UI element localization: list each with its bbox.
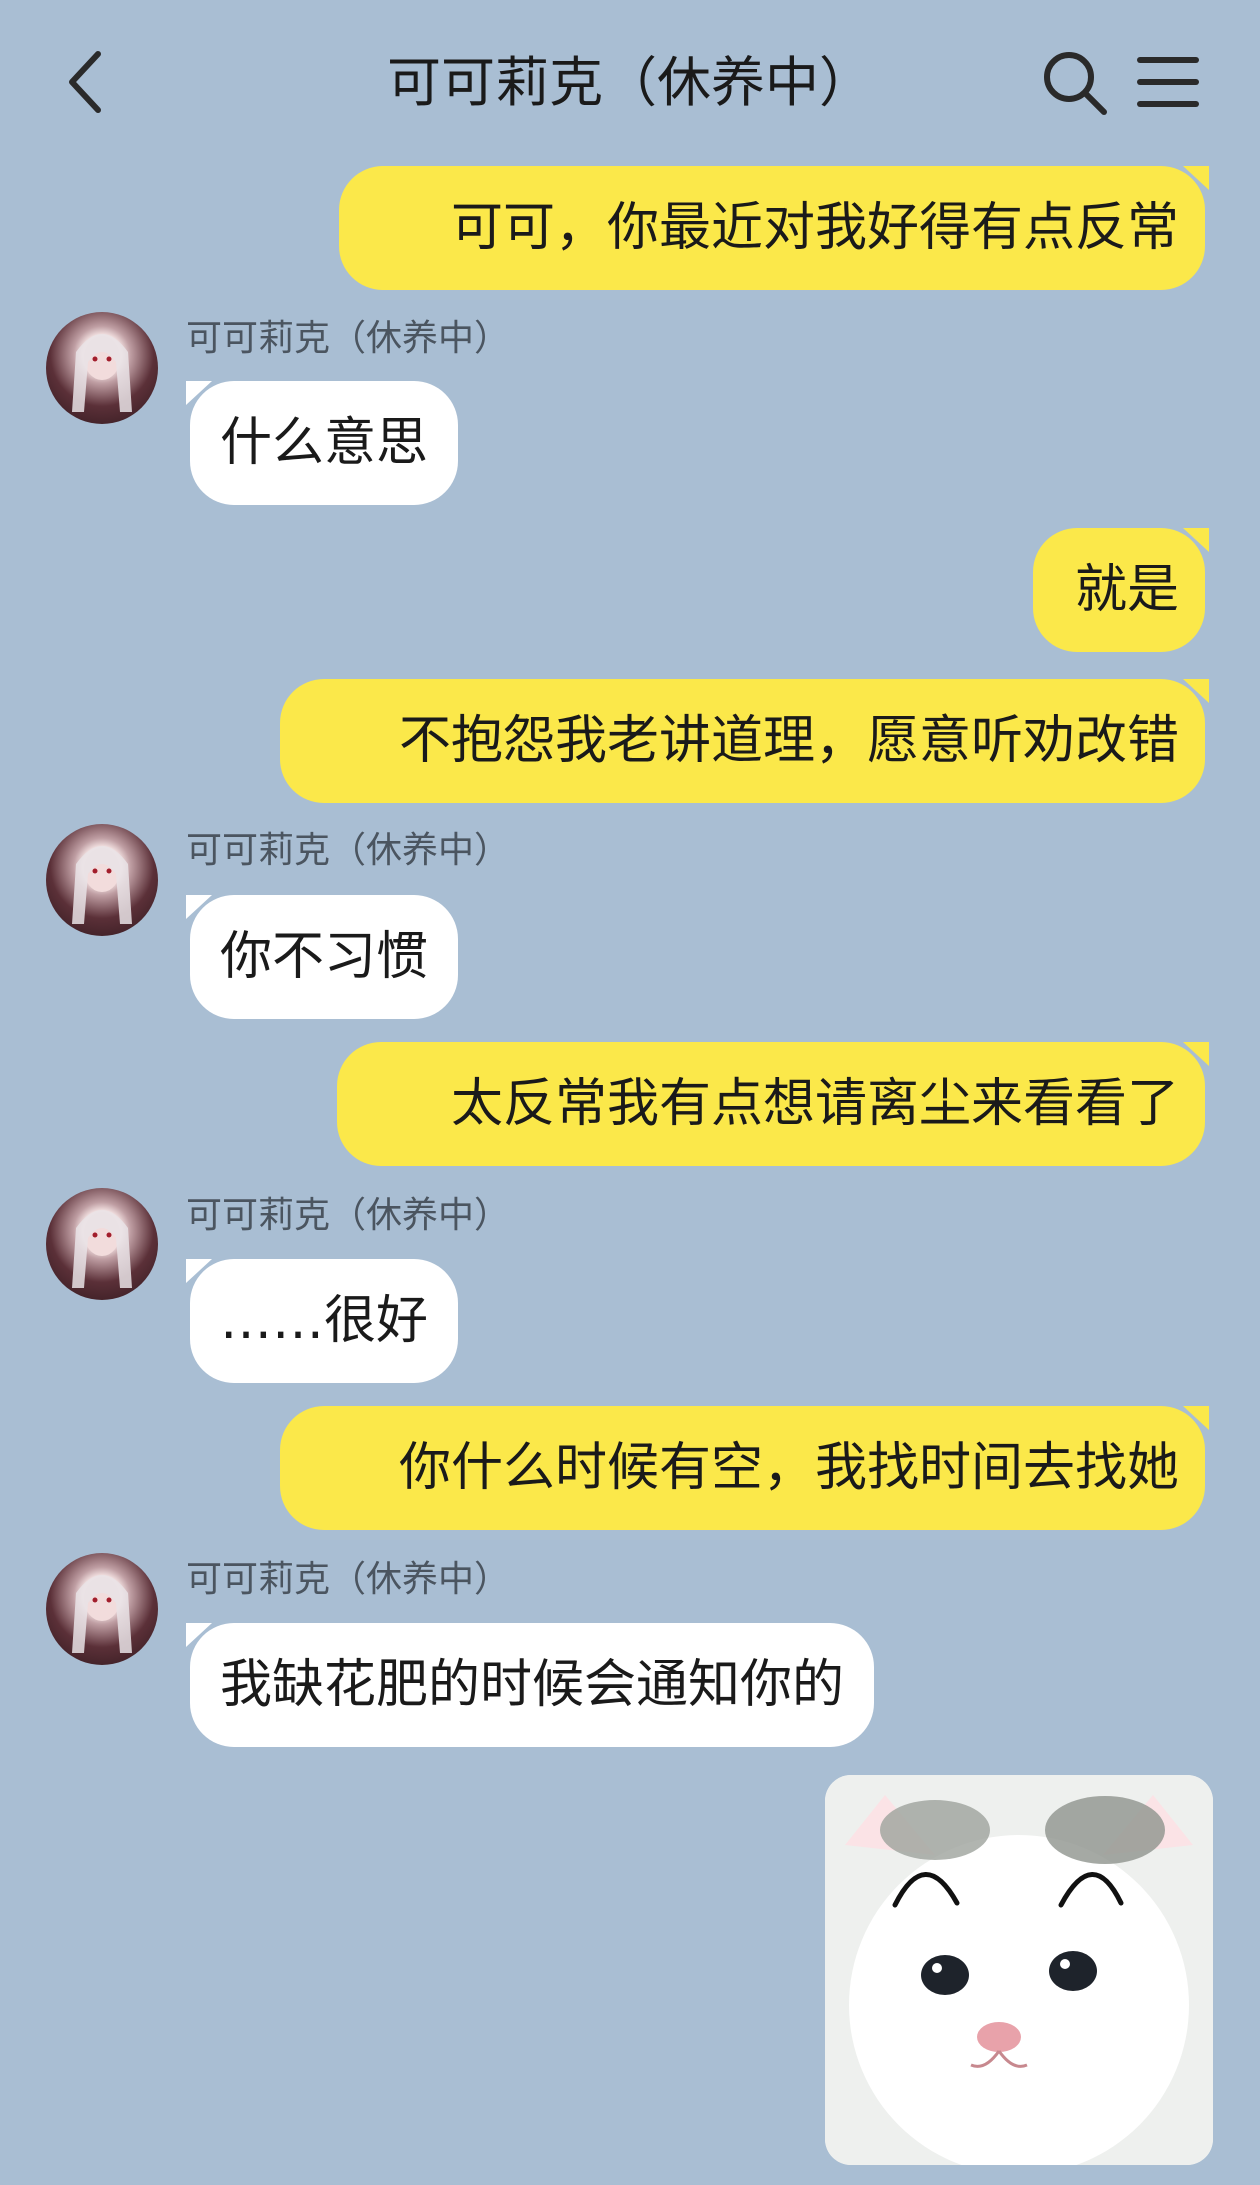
- sender-name: 可可莉克（休养中）: [186, 1559, 511, 1600]
- search-button[interactable]: [1040, 48, 1110, 118]
- message-text: 不抱怨我老讲道理，愿意听劝改错: [398, 711, 1179, 771]
- menu-icon: [1137, 57, 1199, 107]
- message-text: 太反常我有点想请离尘来看看了: [450, 1074, 1179, 1134]
- contact-avatar[interactable]: [46, 824, 158, 936]
- message-text: 你什么时候有空，我找时间去找她: [398, 1438, 1179, 1498]
- outgoing-message-bubble[interactable]: 可可，你最近对我好得有点反常: [339, 166, 1209, 290]
- sender-name: 可可莉克（休养中）: [186, 318, 511, 359]
- incoming-message-bubble[interactable]: 我缺花肥的时候会通知你的: [185, 1623, 875, 1747]
- chat-header: 可可莉克（休养中）: [0, 0, 1260, 160]
- message-text: 就是: [1074, 560, 1179, 620]
- message-text: 什么意思: [220, 413, 429, 473]
- contact-avatar[interactable]: [46, 312, 158, 424]
- kitten-sticker-drawing: [825, 1775, 1213, 2165]
- chat-title: 可可莉克（休养中）: [387, 51, 873, 114]
- avatar-portrait: [72, 1575, 132, 1653]
- chevron-left-icon: [69, 51, 101, 113]
- message-text: ……很好: [220, 1291, 429, 1351]
- outgoing-message-bubble[interactable]: 不抱怨我老讲道理，愿意听劝改错: [280, 679, 1209, 803]
- incoming-message-bubble[interactable]: 什么意思: [185, 381, 459, 505]
- avatar-portrait: [72, 334, 132, 412]
- outgoing-message-bubble[interactable]: 你什么时候有空，我找时间去找她: [280, 1406, 1209, 1530]
- back-button[interactable]: [60, 40, 120, 120]
- message-text: 可可，你最近对我好得有点反常: [450, 198, 1179, 258]
- sender-name: 可可莉克（休养中）: [186, 830, 511, 871]
- message-text: 我缺花肥的时候会通知你的: [220, 1655, 845, 1715]
- outgoing-message-bubble[interactable]: 太反常我有点想请离尘来看看了: [337, 1042, 1209, 1166]
- sender-name: 可可莉克（休养中）: [186, 1195, 511, 1236]
- avatar-portrait: [72, 1210, 132, 1288]
- incoming-message-bubble[interactable]: 你不习惯: [185, 895, 459, 1019]
- avatar-portrait: [72, 846, 132, 924]
- kitten-sticker-image[interactable]: [825, 1775, 1213, 2165]
- menu-button[interactable]: [1136, 52, 1200, 112]
- contact-avatar[interactable]: [46, 1553, 158, 1665]
- message-text: 你不习惯: [220, 927, 429, 987]
- incoming-message-bubble[interactable]: ……很好: [185, 1259, 459, 1383]
- outgoing-message-bubble[interactable]: 就是: [1033, 528, 1209, 652]
- contact-avatar[interactable]: [46, 1188, 158, 1300]
- search-icon: [1044, 52, 1107, 115]
